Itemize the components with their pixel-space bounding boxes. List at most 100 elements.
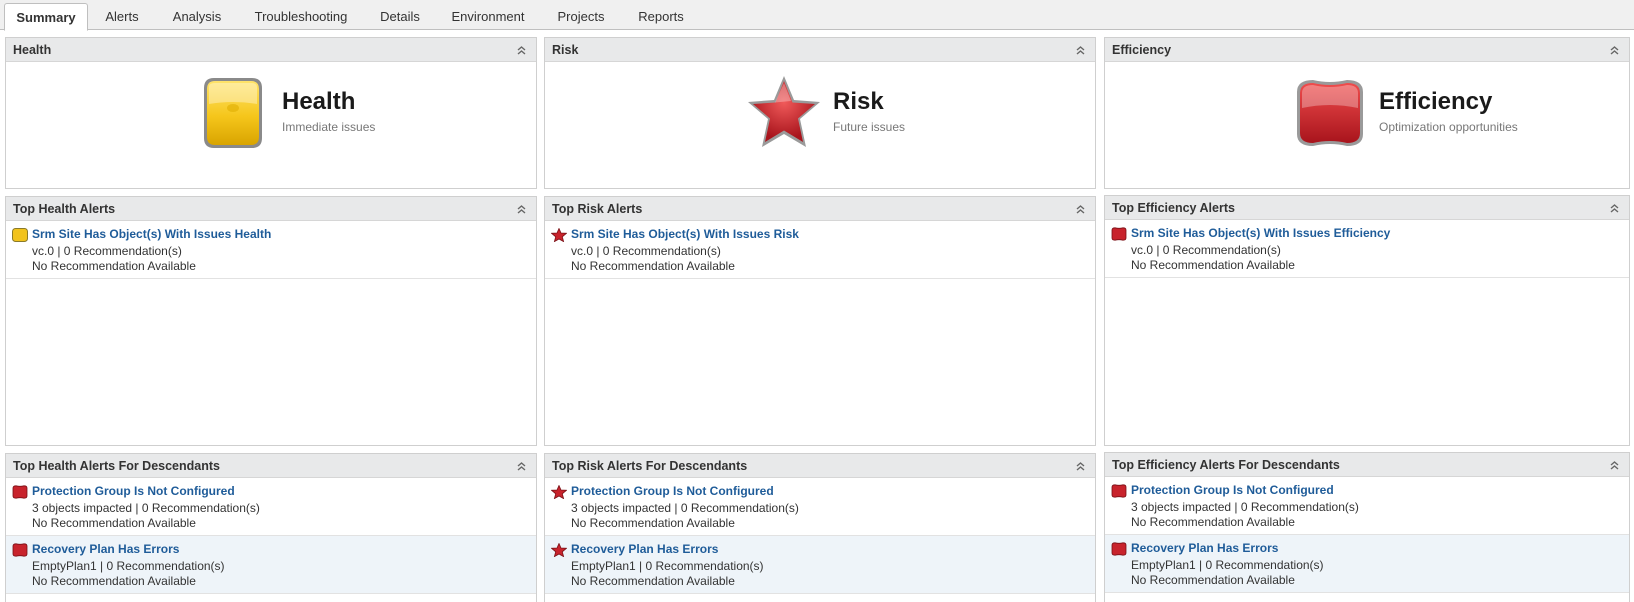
badge-title: Health <box>282 88 356 115</box>
risk-badge-icon <box>551 485 567 499</box>
tab-summary[interactable]: Summary <box>4 3 88 31</box>
alert-recommendation: No Recommendation Available <box>32 516 196 530</box>
badge-subtitle: Immediate issues <box>282 120 376 134</box>
panel-header: Health <box>6 38 536 62</box>
panel-title: Top Health Alerts <box>13 202 116 216</box>
badge-subtitle: Optimization opportunities <box>1379 120 1518 134</box>
tab-analysis[interactable]: Analysis <box>164 3 230 30</box>
tab-alerts[interactable]: Alerts <box>96 3 148 30</box>
alert-detail: 3 objects impacted | 0 Recommendation(s) <box>571 501 799 515</box>
top-efficiency-alerts-panel: Top Efficiency Alerts Srm Site Has Objec… <box>1104 195 1630 446</box>
collapse-icon[interactable] <box>515 454 529 478</box>
panel-header: Top Risk Alerts <box>545 197 1095 221</box>
panel-header: Risk <box>545 38 1095 62</box>
top-risk-alerts-panel: Top Risk Alerts Srm Site Has Object(s) W… <box>544 196 1096 446</box>
alert-link[interactable]: Recovery Plan Has Errors <box>571 542 1089 556</box>
panel-header: Top Risk Alerts For Descendants <box>545 454 1095 478</box>
alert-detail: vc.0 | 0 Recommendation(s) <box>571 244 721 258</box>
alert-detail: vc.0 | 0 Recommendation(s) <box>1131 243 1281 257</box>
badge-subtitle: Future issues <box>833 120 906 134</box>
collapse-icon[interactable] <box>515 197 529 221</box>
alert-detail: EmptyPlan1 | 0 Recommendation(s) <box>1131 558 1324 572</box>
health-badge[interactable]: Health Immediate issues <box>194 74 494 154</box>
risk-badge-icon <box>551 543 567 557</box>
risk-badge-icon <box>748 76 820 147</box>
efficiency-badge-icon <box>1297 80 1363 146</box>
collapse-icon[interactable] <box>1074 38 1088 62</box>
tab-bar: Summary Alerts Analysis Troubleshooting … <box>0 0 1634 31</box>
tab-projects[interactable]: Projects <box>548 3 614 30</box>
efficiency-badge-icon <box>1111 227 1127 241</box>
alert-detail: vc.0 | 0 Recommendation(s) <box>32 244 182 258</box>
efficiency-badge-icon <box>1111 542 1127 556</box>
alert-detail: EmptyPlan1 | 0 Recommendation(s) <box>571 559 764 573</box>
collapse-icon[interactable] <box>1608 38 1622 62</box>
health-badge-icon <box>204 78 262 148</box>
risk-badge-icon <box>551 228 567 242</box>
panel-title: Top Risk Alerts For Descendants <box>552 459 748 473</box>
list-item: Recovery Plan Has Errors EmptyPlan1 | 0 … <box>545 536 1095 594</box>
collapse-icon[interactable] <box>515 38 529 62</box>
panel-title: Top Health Alerts For Descendants <box>13 459 220 473</box>
list-item: Srm Site Has Object(s) With Issues Effic… <box>1105 220 1629 278</box>
risk-summary-panel: Risk Risk Future issues <box>544 37 1096 189</box>
panel-title: Health <box>13 43 52 57</box>
efficiency-badge[interactable]: Efficiency Optimization opportunities <box>1291 74 1611 154</box>
tab-troubleshooting[interactable]: Troubleshooting <box>246 3 356 30</box>
panel-title: Risk <box>552 43 579 57</box>
collapse-icon[interactable] <box>1074 197 1088 221</box>
badge-title: Efficiency <box>1379 88 1493 115</box>
efficiency-badge-icon <box>12 543 28 557</box>
list-item: Protection Group Is Not Configured 3 obj… <box>1105 477 1629 535</box>
top-health-alerts-panel: Top Health Alerts Srm Site Has Object(s)… <box>5 196 537 446</box>
alert-link[interactable]: Recovery Plan Has Errors <box>1131 541 1623 555</box>
panel-header: Top Health Alerts For Descendants <box>6 454 536 478</box>
alert-detail: EmptyPlan1 | 0 Recommendation(s) <box>32 559 225 573</box>
efficiency-badge-icon <box>12 485 28 499</box>
alert-link[interactable]: Recovery Plan Has Errors <box>32 542 530 556</box>
panel-title: Efficiency <box>1112 43 1172 57</box>
alert-link[interactable]: Protection Group Is Not Configured <box>571 484 1089 498</box>
alert-link[interactable]: Srm Site Has Object(s) With Issues Healt… <box>32 227 530 241</box>
top-health-descendant-alerts-panel: Top Health Alerts For Descendants Protec… <box>5 453 537 602</box>
alert-link[interactable]: Srm Site Has Object(s) With Issues Risk <box>571 227 1089 241</box>
list-item: Recovery Plan Has Errors EmptyPlan1 | 0 … <box>1105 535 1629 593</box>
panel-header: Top Health Alerts <box>6 197 536 221</box>
panel-header: Efficiency <box>1105 38 1629 62</box>
alert-recommendation: No Recommendation Available <box>32 259 196 273</box>
top-efficiency-descendant-alerts-panel: Top Efficiency Alerts For Descendants Pr… <box>1104 452 1630 602</box>
efficiency-summary-panel: Efficiency Efficiency Optimization oppor… <box>1104 37 1630 189</box>
collapse-icon[interactable] <box>1608 453 1622 477</box>
alert-recommendation: No Recommendation Available <box>571 574 735 588</box>
list-item: Srm Site Has Object(s) With Issues Healt… <box>6 221 536 279</box>
panel-header: Top Efficiency Alerts For Descendants <box>1105 453 1629 477</box>
tab-details[interactable]: Details <box>372 3 428 30</box>
health-summary-panel: Health Health Immediate issues <box>5 37 537 189</box>
top-risk-descendant-alerts-panel: Top Risk Alerts For Descendants Protecti… <box>544 453 1096 602</box>
alert-recommendation: No Recommendation Available <box>1131 515 1295 529</box>
panel-title: Top Efficiency Alerts <box>1112 201 1235 215</box>
risk-badge[interactable]: Risk Future issues <box>745 74 1045 154</box>
efficiency-badge-icon <box>1111 484 1127 498</box>
alert-detail: 3 objects impacted | 0 Recommendation(s) <box>32 501 260 515</box>
alert-link[interactable]: Srm Site Has Object(s) With Issues Effic… <box>1131 226 1623 240</box>
alert-link[interactable]: Protection Group Is Not Configured <box>1131 483 1623 497</box>
alert-detail: 3 objects impacted | 0 Recommendation(s) <box>1131 500 1359 514</box>
tab-reports[interactable]: Reports <box>630 3 692 30</box>
tab-environment[interactable]: Environment <box>444 3 532 30</box>
alert-recommendation: No Recommendation Available <box>32 574 196 588</box>
collapse-icon[interactable] <box>1608 196 1622 220</box>
panel-title: Top Risk Alerts <box>552 202 643 216</box>
alert-link[interactable]: Protection Group Is Not Configured <box>32 484 530 498</box>
collapse-icon[interactable] <box>1074 454 1088 478</box>
alert-recommendation: No Recommendation Available <box>571 259 735 273</box>
alert-recommendation: No Recommendation Available <box>1131 258 1295 272</box>
badge-title: Risk <box>833 88 884 115</box>
panel-title: Top Efficiency Alerts For Descendants <box>1112 458 1340 472</box>
alert-recommendation: No Recommendation Available <box>1131 573 1295 587</box>
list-item: Protection Group Is Not Configured 3 obj… <box>6 478 536 536</box>
list-item: Srm Site Has Object(s) With Issues Risk … <box>545 221 1095 279</box>
panel-header: Top Efficiency Alerts <box>1105 196 1629 220</box>
alert-recommendation: No Recommendation Available <box>571 516 735 530</box>
health-badge-icon <box>12 228 28 242</box>
